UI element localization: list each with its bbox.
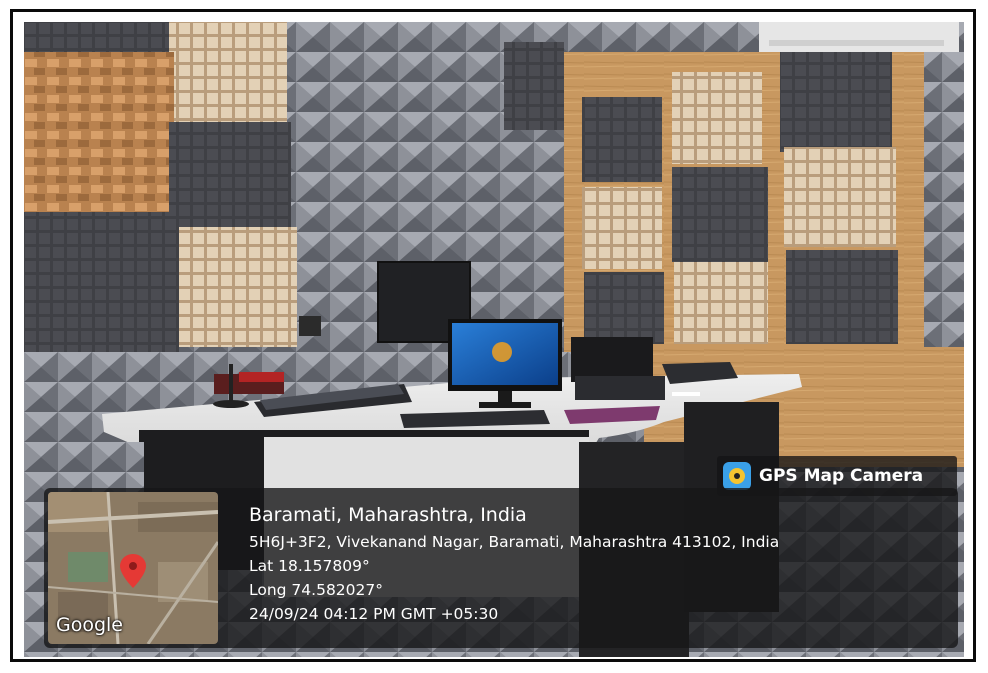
latitude-line: Lat 18.157809° bbox=[249, 557, 370, 575]
camera-map-icon bbox=[723, 462, 751, 490]
google-logo: Google bbox=[56, 614, 124, 636]
longitude-line: Long 74.582027° bbox=[249, 581, 384, 599]
location-details: Baramati, Maharashtra, India 5H6J+3F2, V… bbox=[249, 503, 779, 626]
datetime-line: 24/09/24 04:12 PM GMT +05:30 bbox=[249, 605, 499, 623]
address-line: 5H6J+3F2, Vivekanand Nagar, Baramati, Ma… bbox=[249, 533, 780, 551]
satellite-minimap: Google bbox=[48, 492, 218, 644]
brand-label: GPS Map Camera bbox=[759, 466, 924, 486]
city-line: Baramati, Maharashtra, India bbox=[249, 504, 527, 526]
